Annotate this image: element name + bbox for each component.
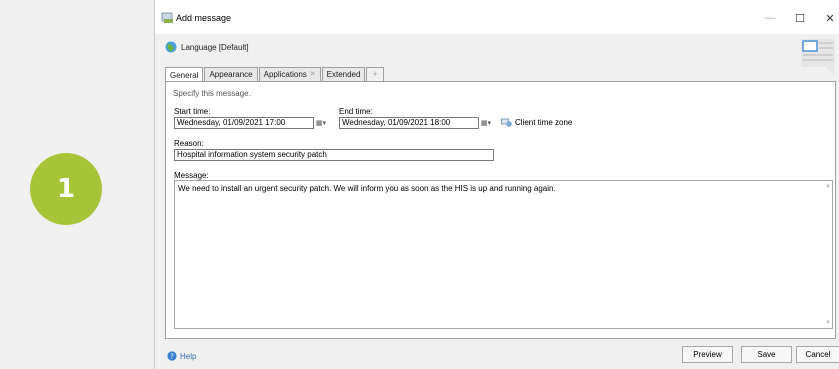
help-icon: ?: [167, 351, 177, 361]
cancel-button[interactable]: Cancel: [796, 346, 839, 363]
tab-label: Applications: [263, 70, 307, 79]
client-time-zone-label: Client time zone: [515, 118, 573, 127]
message-textarea[interactable]: We need to install an urgent security pa…: [174, 180, 833, 329]
calendar-icon: ▦▾: [480, 120, 492, 127]
tab-appearance[interactable]: Appearance: [204, 67, 258, 81]
tab-bar: General Appearance Applications ✕ Extend…: [165, 67, 384, 82]
add-tab-button[interactable]: +: [366, 67, 384, 81]
help-link[interactable]: ? Help: [167, 351, 196, 361]
preview-button[interactable]: Preview: [682, 346, 733, 363]
language-label: Language [Default]: [181, 42, 249, 52]
step-number-badge: 1: [30, 153, 102, 225]
save-button[interactable]: Save: [741, 346, 792, 363]
close-tab-icon[interactable]: ✕: [310, 68, 316, 81]
minimize-button[interactable]: —: [755, 8, 785, 28]
message-text: We need to install an urgent security pa…: [178, 184, 556, 193]
window-title: Add message: [176, 13, 232, 23]
plus-icon: +: [372, 69, 378, 79]
client-time-zone-link[interactable]: Client time zone: [501, 118, 572, 127]
time-zone-icon: [501, 118, 512, 127]
tab-general[interactable]: General: [165, 67, 204, 82]
general-tab-panel: Specify this message. Start time: Wednes…: [165, 81, 836, 339]
add-message-dialog: Add message — ☐ ✕ Language [Default] Gen…: [154, 0, 839, 369]
scroll-down-icon[interactable]: ▼: [825, 320, 831, 326]
globe-icon: [165, 41, 177, 53]
reason-input[interactable]: Hospital information system security pat…: [174, 149, 494, 161]
end-time-label: End time:: [339, 107, 373, 116]
start-time-label: Start time:: [174, 107, 211, 116]
tab-extended[interactable]: Extended: [321, 67, 366, 81]
close-button[interactable]: ✕: [815, 8, 839, 28]
calendar-icon: ▦▾: [315, 120, 327, 127]
tab-applications[interactable]: Applications ✕: [258, 67, 321, 81]
start-time-input[interactable]: Wednesday, 01/09/2021 17:00: [174, 117, 314, 129]
message-icon: [801, 39, 835, 75]
start-calendar-button[interactable]: ▦▾: [312, 117, 330, 129]
instruction-text: Specify this message.: [173, 89, 251, 98]
help-label: Help: [180, 351, 197, 361]
tab-label: General: [170, 70, 199, 80]
svg-text:?: ?: [170, 353, 174, 361]
title-bar: Add message — ☐ ✕: [155, 0, 839, 34]
scroll-up-icon[interactable]: ▲: [825, 183, 831, 189]
maximize-button[interactable]: ☐: [785, 8, 815, 28]
end-time-input[interactable]: Wednesday, 01/09/2021 18:00: [339, 117, 479, 129]
message-label: Message:: [174, 171, 209, 180]
end-calendar-button[interactable]: ▦▾: [477, 117, 495, 129]
tab-label: Extended: [326, 70, 361, 79]
app-icon: [161, 12, 173, 23]
reason-label: Reason:: [174, 139, 204, 148]
language-selector[interactable]: Language [Default]: [165, 41, 249, 53]
tab-label: Appearance: [209, 70, 253, 79]
